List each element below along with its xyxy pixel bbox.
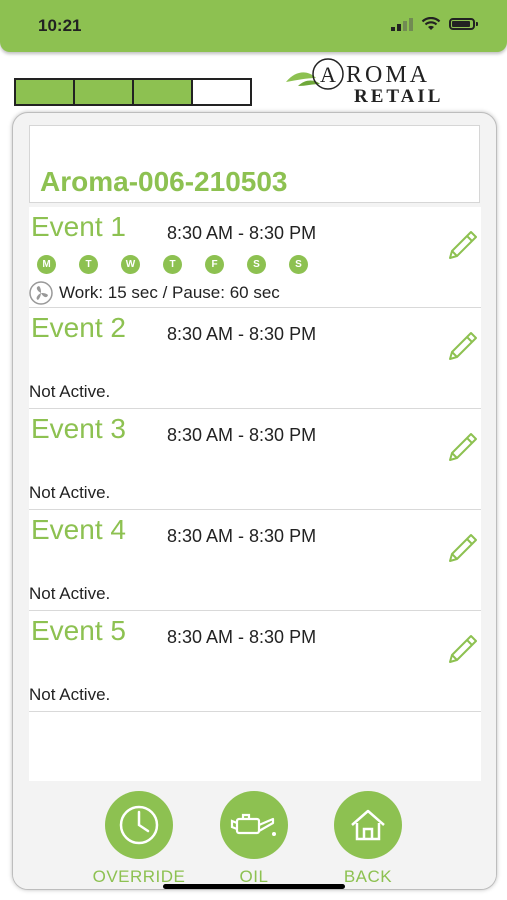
work-pause-text: Work: 15 sec / Pause: 60 sec	[59, 283, 280, 302]
battery-icon	[449, 18, 478, 30]
home-indicator[interactable]	[163, 884, 345, 889]
wifi-icon	[421, 17, 441, 30]
back-button[interactable]: BACK	[308, 791, 428, 887]
day-monday: M	[37, 255, 56, 274]
event-time: 8:30 AM - 8:30 PM	[167, 526, 317, 546]
edit-pencil-icon[interactable]	[445, 227, 481, 263]
status-bar: 10:21	[0, 0, 507, 52]
event-title: Event 2	[31, 312, 126, 343]
event-row-3[interactable]: Event 3 8:30 AM - 8:30 PM Not Active.	[29, 409, 481, 510]
day-wednesday: W	[121, 255, 140, 274]
event-row-2[interactable]: Event 2 8:30 AM - 8:30 PM Not Active.	[29, 308, 481, 409]
day-saturday: S	[247, 255, 266, 274]
bottom-nav: OVERRIDE OIL BACK	[13, 781, 496, 889]
back-circle[interactable]	[334, 791, 402, 859]
override-button[interactable]: OVERRIDE	[79, 791, 199, 887]
day-sunday: S	[289, 255, 308, 274]
event-status: Not Active.	[29, 382, 111, 401]
home-icon	[351, 809, 385, 841]
work-pause-line: Work: 15 sec / Pause: 60 sec	[29, 281, 280, 305]
fan-icon	[29, 281, 53, 305]
oil-button[interactable]: OIL	[194, 791, 314, 887]
weekday-row: M T W T F S S	[37, 255, 331, 274]
day-friday: F	[205, 255, 224, 274]
edit-pencil-icon[interactable]	[445, 530, 481, 566]
setup-progress-bar	[14, 78, 252, 106]
logo-line1: ROMA	[346, 62, 430, 88]
event-time: 8:30 AM - 8:30 PM	[167, 324, 317, 344]
event-list: Event 1 8:30 AM - 8:30 PM M T W T F S S	[29, 207, 481, 783]
event-status: Not Active.	[29, 483, 111, 502]
status-icons	[391, 17, 478, 31]
edit-pencil-icon[interactable]	[445, 328, 481, 364]
status-time: 10:21	[38, 16, 82, 35]
event-row-4[interactable]: Event 4 8:30 AM - 8:30 PM Not Active.	[29, 510, 481, 611]
event-row-1[interactable]: Event 1 8:30 AM - 8:30 PM M T W T F S S	[29, 207, 481, 308]
device-name: Aroma-006-210503	[40, 166, 288, 197]
event-row-5[interactable]: Event 5 8:30 AM - 8:30 PM Not Active.	[29, 611, 481, 712]
logo-line2: RETAIL	[354, 86, 443, 104]
event-status: Not Active.	[29, 584, 111, 603]
aroma-retail-logo: A ROMA RETAIL	[286, 58, 443, 104]
cellular-signal-icon	[391, 17, 413, 31]
device-header: Aroma-006-210503	[29, 125, 480, 203]
progress-segment-4	[193, 80, 250, 104]
edit-pencil-icon[interactable]	[445, 631, 481, 667]
progress-segment-3	[134, 80, 193, 104]
clock-icon	[119, 805, 159, 845]
day-thursday: T	[163, 255, 182, 274]
event-time: 8:30 AM - 8:30 PM	[167, 223, 317, 243]
edit-pencil-icon[interactable]	[445, 429, 481, 465]
event-title: Event 4	[31, 514, 126, 545]
progress-segment-2	[75, 80, 134, 104]
logo-letter: A	[320, 62, 336, 87]
oil-can-icon	[230, 813, 276, 836]
event-title: Event 5	[31, 615, 126, 646]
event-time: 8:30 AM - 8:30 PM	[167, 425, 317, 445]
oil-circle[interactable]	[220, 791, 288, 859]
override-circle[interactable]	[105, 791, 173, 859]
schedule-card: Aroma-006-210503 Event 1 8:30 AM - 8:30 …	[12, 112, 497, 890]
event-title: Event 1	[31, 211, 126, 242]
event-time: 8:30 AM - 8:30 PM	[167, 627, 317, 647]
event-title: Event 3	[31, 413, 126, 444]
day-tuesday: T	[79, 255, 98, 274]
progress-segment-1	[16, 80, 75, 104]
event-status: Not Active.	[29, 685, 111, 704]
